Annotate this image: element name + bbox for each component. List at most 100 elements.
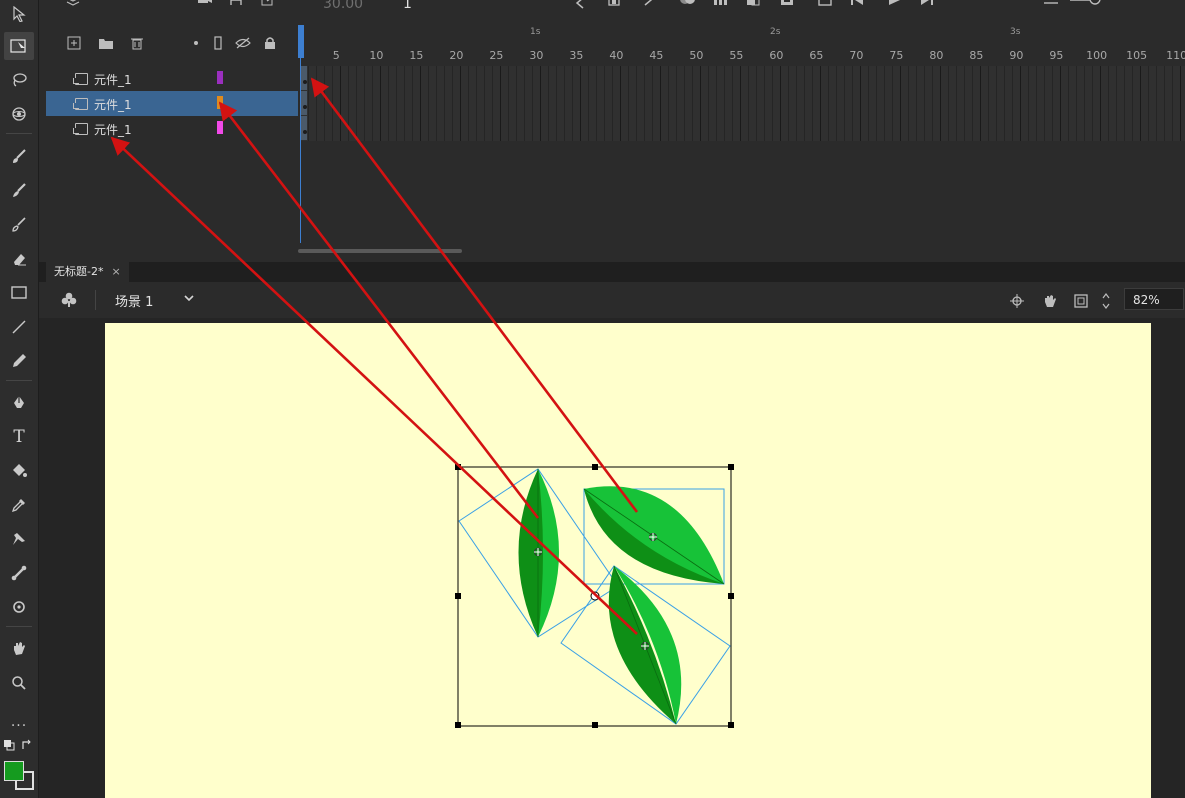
frame-number: 35 [569, 49, 584, 62]
layers-icon[interactable] [65, 0, 81, 12]
layer-color-tag[interactable] [217, 121, 223, 134]
lasso-tool-icon[interactable] [4, 66, 34, 94]
visibility-toggle-icon[interactable] [235, 35, 251, 51]
frame-divider [340, 116, 341, 141]
rotate-stage-icon[interactable] [1038, 290, 1060, 312]
text-tool-label: T [13, 427, 25, 447]
stage[interactable] [105, 323, 1151, 798]
frame-divider [460, 66, 461, 91]
frame-divider [1020, 116, 1021, 141]
more-tools-icon[interactable]: ... [4, 708, 34, 736]
new-layer-icon[interactable] [66, 35, 82, 51]
layer-row-selected[interactable]: 元件_1 [46, 91, 298, 116]
3d-rotation-tool-icon[interactable] [4, 100, 34, 128]
eraser-tool-icon[interactable] [4, 245, 34, 273]
fill-color-swatch[interactable] [4, 761, 24, 781]
layer-color-tag[interactable] [217, 96, 223, 109]
pasteboard[interactable] [39, 318, 1185, 798]
export-icon[interactable] [261, 0, 277, 10]
frame-divider [340, 91, 341, 116]
frame-divider [660, 91, 661, 116]
playhead-handle[interactable] [298, 25, 304, 58]
selection-tool-icon[interactable] [4, 0, 34, 28]
frame-divider [700, 116, 701, 141]
eyedropper-tool-icon[interactable] [4, 491, 34, 519]
edit-multiple-icon[interactable] [745, 0, 761, 10]
document-tab[interactable]: 无标题-2* × [46, 262, 129, 282]
layer-name[interactable]: 元件_1 [94, 96, 132, 113]
swap-colors-icon[interactable] [18, 735, 36, 755]
layer-color-tag[interactable] [217, 71, 223, 84]
step-back-icon[interactable] [849, 0, 865, 10]
layer-row[interactable]: 元件_1 [46, 66, 298, 91]
free-transform-tool-icon[interactable] [4, 32, 34, 60]
prev-icon[interactable] [575, 0, 585, 13]
timeline-panel: 30.00 1 元件_1 元件_1 元件_1 1s 2s 3s 5 10 15 … [39, 0, 1185, 262]
frame-divider [900, 91, 901, 116]
frame-divider [900, 116, 901, 141]
zoom-stepper-icon[interactable] [1099, 290, 1113, 312]
pen-tool-icon[interactable] [4, 389, 34, 417]
frame-divider [380, 91, 381, 116]
brush-tool-icon[interactable] [4, 143, 34, 171]
chevron-down-icon[interactable] [183, 292, 195, 307]
next-icon[interactable] [643, 0, 653, 10]
insert-keyframe-icon[interactable] [607, 0, 621, 10]
frame-divider [1100, 116, 1101, 141]
keyframe[interactable] [301, 116, 307, 140]
timeline-options-icon[interactable] [1042, 0, 1060, 10]
layer-row[interactable]: 元件_1 [46, 116, 298, 141]
frame-divider [1020, 91, 1021, 116]
line-tool-icon[interactable] [4, 313, 34, 341]
first-frame-icon[interactable] [818, 0, 832, 10]
bone-tool-icon[interactable] [4, 559, 34, 587]
layer-name[interactable]: 元件_1 [94, 71, 132, 88]
frame-strip[interactable] [300, 91, 1185, 116]
current-frame-value[interactable]: 1 [403, 0, 412, 12]
play-icon[interactable] [887, 0, 901, 10]
camera-layer-icon[interactable] [197, 0, 213, 10]
new-folder-icon[interactable] [98, 35, 114, 51]
text-tool-icon[interactable]: T [4, 423, 34, 451]
frame-divider [460, 116, 461, 141]
layer-name[interactable]: 元件_1 [94, 121, 132, 138]
onion-skin-icon[interactable] [679, 0, 697, 10]
onion-outline-icon[interactable] [713, 0, 729, 10]
parenting-icon[interactable] [228, 0, 244, 10]
camera-tool-icon[interactable] [4, 593, 34, 621]
default-colors-icon[interactable] [0, 735, 18, 755]
highlight-dot-icon[interactable] [188, 35, 204, 51]
pencil-tool-icon[interactable] [4, 347, 34, 375]
scene-icon[interactable] [59, 290, 79, 310]
hand-tool-icon[interactable] [4, 635, 34, 663]
paint-brush-tool-icon[interactable] [4, 177, 34, 205]
pin-tool-icon[interactable] [4, 525, 34, 553]
document-tab-title: 无标题-2* [54, 265, 104, 278]
frame-size-slider[interactable] [1070, 0, 1150, 10]
frame-number: 110 [1166, 49, 1185, 62]
delete-layer-icon[interactable] [129, 35, 145, 51]
timeline-scrollbar[interactable] [298, 249, 462, 253]
loop-icon[interactable] [780, 0, 794, 10]
keyframe[interactable] [301, 91, 307, 115]
layers-list: 元件_1 元件_1 元件_1 [46, 22, 298, 244]
rectangle-tool-icon[interactable] [4, 279, 34, 307]
lock-toggle-icon[interactable] [262, 35, 278, 51]
outline-toggle-icon[interactable] [210, 35, 226, 51]
frame-divider [380, 116, 381, 141]
frames-area[interactable]: 1s 2s 3s 5 10 15 20 25 30 35 40 45 50 55 60 65 70 75 80… [298, 22, 1185, 244]
zoom-input[interactable]: 82% [1124, 288, 1184, 310]
center-stage-icon[interactable] [1006, 290, 1028, 312]
frame-divider [660, 66, 661, 91]
step-forward-icon[interactable] [919, 0, 935, 10]
timeline-toolbar: 30.00 1 [39, 0, 1185, 22]
fluid-brush-tool-icon[interactable] [4, 211, 34, 239]
clip-content-icon[interactable] [1070, 290, 1092, 312]
keyframe[interactable] [301, 66, 307, 90]
frame-strip[interactable] [300, 66, 1185, 91]
close-icon[interactable]: × [111, 265, 120, 278]
paint-bucket-tool-icon[interactable] [4, 457, 34, 485]
fps-value[interactable]: 30.00 [323, 0, 363, 12]
zoom-tool-icon[interactable] [4, 669, 34, 697]
frame-strip[interactable] [300, 116, 1185, 141]
